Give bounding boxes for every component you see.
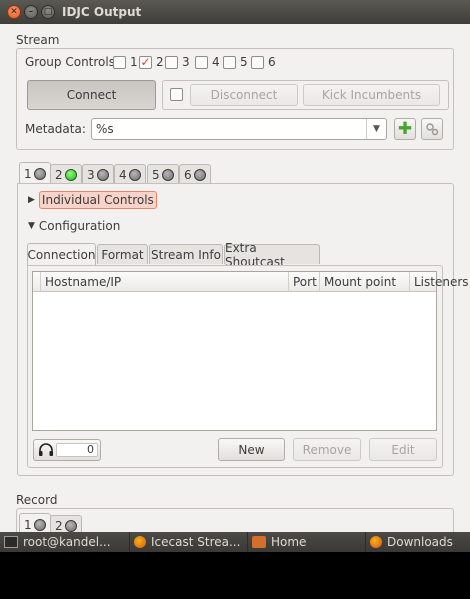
listener-count-value: 0 (87, 443, 94, 456)
taskbar-item-label: Icecast Strea... (151, 535, 241, 549)
group-control-checkbox-5[interactable] (223, 56, 236, 69)
configuration-expander[interactable]: ▼ Configuration (28, 219, 120, 233)
tab-label: 4 (119, 167, 127, 182)
server-list-table[interactable]: Hostname/IP Port Mount point Listeners (32, 271, 469, 431)
add-metadata-button[interactable]: ✚ (394, 118, 416, 140)
group-control-number: 6 (268, 55, 276, 69)
disconnect-enable-checkbox[interactable] (170, 88, 183, 101)
group-control-number: 3 (182, 55, 190, 69)
firefox-icon (370, 536, 382, 548)
tab-label: 5 (152, 167, 160, 182)
status-led-icon (64, 168, 77, 181)
status-led-icon (161, 168, 174, 181)
stream-section-label: Stream (16, 33, 60, 47)
tab-label: 3 (87, 167, 95, 182)
listener-count-display: 0 (33, 439, 101, 461)
group-control-number: 2 (156, 55, 164, 69)
tab-label: 1 (24, 166, 32, 181)
chevron-down-icon[interactable]: ▼ (366, 119, 386, 139)
tab-format[interactable]: Format (97, 244, 148, 264)
tab-stream-6[interactable]: 6 (179, 164, 211, 184)
group-control-checkbox-3[interactable] (165, 56, 178, 69)
individual-controls-expander[interactable]: ▶ Individual Controls (28, 191, 157, 209)
plus-icon: ✚ (397, 118, 413, 139)
remove-server-button[interactable]: Remove (293, 438, 361, 461)
tab-stream-2[interactable]: 2 (50, 164, 82, 184)
expander-down-icon: ▼ (28, 221, 35, 231)
group-control-checkbox-4[interactable] (195, 56, 208, 69)
connect-button[interactable]: Connect (27, 80, 156, 110)
status-led-icon (128, 168, 141, 181)
tab-stream-5[interactable]: 5 (147, 164, 179, 184)
tab-stream-3[interactable]: 3 (82, 164, 114, 184)
idjc-output-window: ✕ – □ IDJC Output Stream Group Controls … (0, 0, 470, 532)
expander-right-icon: ▶ (28, 195, 35, 205)
title-bar: ✕ – □ IDJC Output (0, 0, 470, 24)
close-window-icon[interactable]: ✕ (7, 5, 21, 19)
tab-stream-4[interactable]: 4 (114, 164, 146, 184)
status-led-icon (96, 168, 109, 181)
kick-incumbents-button[interactable]: Kick Incumbents (303, 84, 440, 106)
taskbar-item-icecast[interactable]: Icecast Strea... (130, 532, 248, 552)
tab-label: 1 (24, 517, 32, 532)
group-control-number: 4 (212, 55, 220, 69)
taskbar: root@kandel... Icecast Strea... Home Dow… (0, 532, 470, 552)
window-title: IDJC Output (62, 5, 142, 19)
column-listeners[interactable]: Listeners (410, 272, 469, 292)
record-section-label: Record (16, 493, 58, 507)
status-led-icon (193, 168, 206, 181)
edit-server-button[interactable]: Edit (369, 438, 437, 461)
taskbar-item-downloads[interactable]: Downloads (366, 532, 470, 552)
group-control-number: 1 (130, 55, 138, 69)
table-header-spacer (33, 272, 41, 292)
headphones-icon (39, 443, 53, 456)
column-mount-point[interactable]: Mount point (320, 272, 410, 292)
record-frame (16, 508, 454, 532)
tab-connection[interactable]: Connection (27, 243, 96, 265)
tab-label: 2 (55, 167, 63, 182)
group-control-checkbox-2[interactable]: ✓ (139, 56, 152, 69)
taskbar-item-home[interactable]: Home (248, 532, 366, 552)
column-port[interactable]: Port (289, 272, 320, 292)
tab-record-2[interactable]: 2 (50, 515, 82, 532)
metadata-value: %s (96, 122, 114, 136)
maximize-window-icon[interactable]: □ (41, 5, 55, 19)
tab-label: 2 (55, 518, 63, 533)
configuration-label: Configuration (38, 219, 121, 233)
minimize-window-icon[interactable]: – (24, 5, 38, 19)
metadata-settings-button[interactable] (421, 118, 443, 140)
metadata-combo[interactable]: %s ▼ (91, 118, 387, 140)
status-led-icon (33, 167, 46, 180)
tab-stream-info[interactable]: Stream Info (149, 244, 223, 264)
new-server-button[interactable]: New (218, 438, 285, 461)
settings-icon (426, 123, 439, 136)
tab-record-1[interactable]: 1 (19, 513, 51, 532)
table-header: Hostname/IP Port Mount point Listeners (33, 272, 469, 292)
tab-label: 6 (184, 167, 192, 182)
status-led-icon (64, 519, 77, 532)
individual-controls-label: Individual Controls (38, 191, 157, 209)
taskbar-item-label: root@kandel... (23, 535, 111, 549)
taskbar-item-label: Home (271, 535, 307, 549)
group-control-checkbox-6[interactable] (251, 56, 264, 69)
tab-extra-shoutcast[interactable]: Extra Shoutcast (224, 241, 320, 269)
disconnect-button[interactable]: Disconnect (190, 84, 298, 106)
taskbar-item-terminal[interactable]: root@kandel... (0, 532, 130, 552)
folder-home-icon (252, 536, 266, 548)
group-controls-label: Group Controls (25, 55, 115, 69)
firefox-icon (134, 536, 146, 548)
group-control-checkbox-1[interactable] (113, 56, 126, 69)
metadata-label: Metadata: (25, 122, 86, 136)
status-led-icon (33, 518, 46, 531)
group-control-number: 5 (240, 55, 248, 69)
terminal-icon (4, 536, 18, 548)
taskbar-item-label: Downloads (387, 535, 453, 549)
column-hostname[interactable]: Hostname/IP (41, 272, 289, 292)
tab-stream-1[interactable]: 1 (19, 162, 51, 184)
